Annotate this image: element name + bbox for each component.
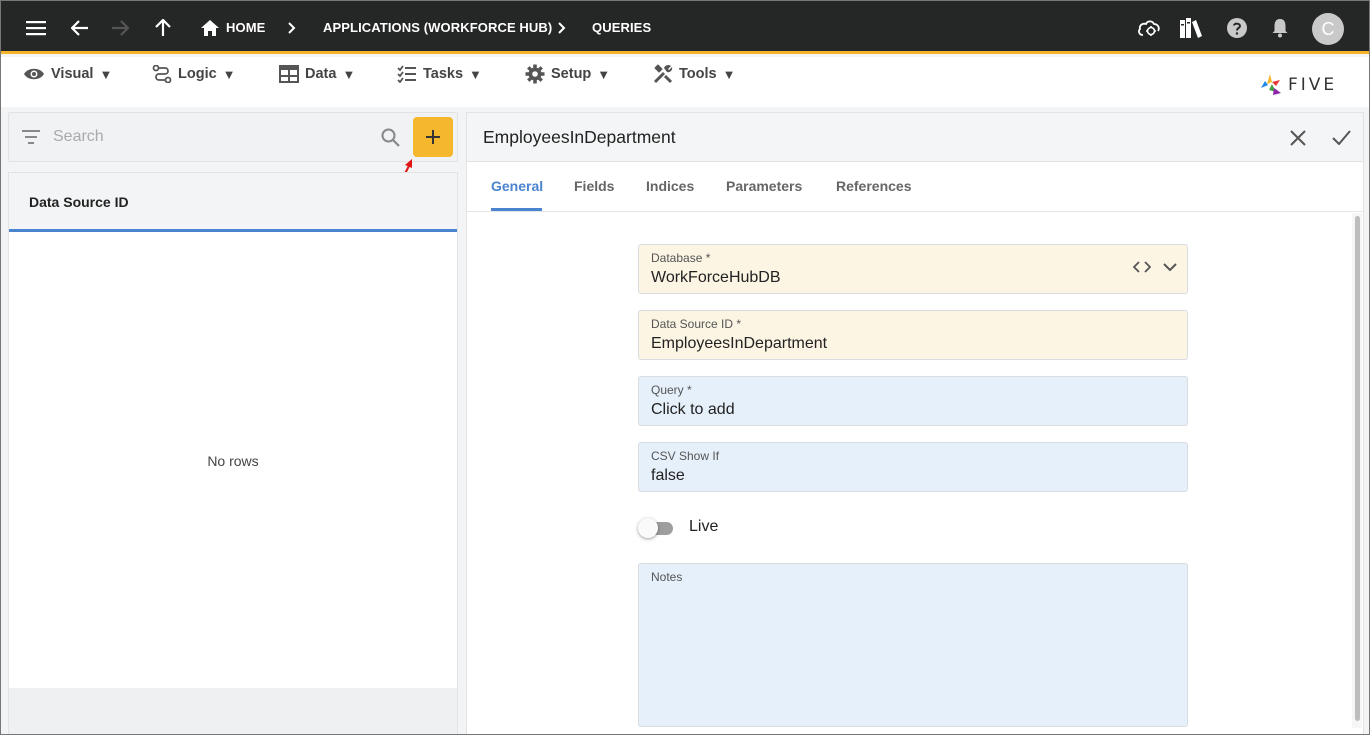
form-scrollbar-thumb[interactable] [1355, 216, 1360, 721]
csv-show-if-field[interactable]: CSV Show If false [638, 442, 1188, 492]
csv-show-if-label: CSV Show If [651, 449, 720, 463]
menu-data-label: Data [305, 66, 337, 82]
caret-down-icon: ▼ [342, 66, 356, 82]
database-field-icons [1133, 261, 1177, 273]
list-column-header[interactable]: Data Source ID [9, 173, 457, 232]
breadcrumb-applications[interactable]: APPLICATIONS (WORKFORCE HUB) [323, 1, 552, 54]
back-arrow-icon[interactable] [69, 1, 91, 54]
data-source-id-value: EmployeesInDepartment [651, 335, 828, 352]
chevron-down-icon[interactable] [1163, 262, 1177, 272]
query-value: Click to add [651, 401, 735, 418]
tab-fields[interactable]: Fields [574, 178, 614, 194]
forward-arrow-icon [109, 1, 131, 54]
app-window: HOME APPLICATIONS (WORKFORCE HUB) QUERIE… [0, 0, 1370, 735]
top-navigation-bar: HOME APPLICATIONS (WORKFORCE HUB) QUERIE… [1, 1, 1369, 54]
up-arrow-icon[interactable] [153, 1, 173, 54]
caret-down-icon: ▼ [469, 66, 482, 82]
menu-tasks-label: Tasks [423, 66, 464, 82]
table-icon [279, 65, 299, 83]
filter-icon[interactable] [22, 130, 40, 149]
notes-label: Notes [651, 570, 683, 584]
caret-down-icon: ▼ [597, 66, 611, 82]
search-bar [8, 112, 458, 162]
menu-tools[interactable]: Tools ▼ [653, 63, 735, 85]
home-icon[interactable] [200, 1, 220, 54]
menu-tools-label: Tools [679, 66, 717, 82]
library-icon[interactable] [1178, 1, 1204, 54]
breadcrumb-home[interactable]: HOME [226, 1, 265, 54]
caret-down-icon: ▼ [222, 66, 236, 82]
add-button[interactable] [413, 117, 453, 157]
menu-logic[interactable]: Logic ▼ [152, 63, 236, 85]
live-toggle[interactable] [638, 518, 674, 538]
eye-icon [24, 68, 44, 80]
form-title: EmployeesInDepartment [483, 127, 676, 147]
help-icon[interactable] [1226, 1, 1248, 54]
five-logo: FIVE [1259, 71, 1351, 99]
csv-show-if-value: false [651, 467, 685, 484]
tab-indices[interactable]: Indices [646, 178, 694, 194]
close-icon[interactable] [1290, 130, 1306, 151]
checklist-icon [397, 65, 416, 83]
tools-icon [653, 64, 673, 84]
database-value: WorkForceHubDB [651, 269, 781, 286]
empty-state-text: No rows [207, 453, 259, 469]
database-label: Database * [651, 251, 711, 265]
main-menu-bar: Visual ▼ Logic ▼ Data ▼ Tasks ▼ Setup ▼ … [1, 57, 1369, 107]
search-input[interactable] [53, 125, 373, 149]
query-field[interactable]: Query * Click to add [638, 376, 1188, 426]
record-form: EmployeesInDepartment General Fields Ind… [466, 112, 1364, 734]
menu-visual[interactable]: Visual ▼ [23, 63, 112, 85]
live-toggle-knob [638, 518, 658, 538]
menu-setup-label: Setup [551, 66, 592, 82]
menu-visual-label: Visual [51, 66, 94, 82]
avatar[interactable]: C [1312, 13, 1344, 45]
logic-icon [152, 65, 172, 83]
tab-parameters[interactable]: Parameters [726, 178, 802, 194]
database-field[interactable]: Database * WorkForceHubDB [638, 244, 1188, 294]
chevron-right-icon [288, 1, 296, 54]
live-label: Live [689, 518, 719, 535]
tab-references[interactable]: References [836, 178, 912, 194]
check-icon[interactable] [1332, 130, 1351, 150]
data-source-id-field[interactable]: Data Source ID * EmployeesInDepartment [638, 310, 1188, 360]
gear-icon [525, 64, 545, 84]
brand-name: FIVE [1288, 75, 1338, 95]
bell-icon[interactable] [1271, 1, 1289, 54]
caret-down-icon: ▼ [722, 66, 736, 82]
menu-logic-label: Logic [178, 66, 217, 82]
column-header-data-source-id[interactable]: Data Source ID [29, 194, 129, 210]
search-icon[interactable] [381, 128, 400, 152]
plus-icon [426, 130, 440, 144]
list-footer [9, 688, 457, 734]
tab-general[interactable]: General [491, 178, 543, 194]
active-tab-indicator [491, 208, 542, 211]
code-icon[interactable] [1133, 261, 1151, 273]
form-tabs: General Fields Indices Parameters Refere… [467, 162, 1363, 212]
breadcrumb-queries[interactable]: QUERIES [592, 1, 651, 54]
query-label: Query * [651, 383, 692, 397]
cloud-icon[interactable] [1137, 1, 1161, 54]
form-header: EmployeesInDepartment [467, 113, 1363, 162]
menu-setup[interactable]: Setup ▼ [525, 63, 610, 85]
chevron-right-icon [558, 1, 566, 54]
data-source-id-label: Data Source ID * [651, 317, 742, 331]
notes-field[interactable]: Notes [638, 563, 1188, 727]
menu-tasks[interactable]: Tasks ▼ [397, 63, 482, 85]
menu-icon[interactable] [23, 1, 49, 54]
records-list: Data Source ID No rows [8, 172, 458, 734]
caret-down-icon: ▼ [99, 66, 113, 82]
menu-data[interactable]: Data ▼ [279, 63, 355, 85]
